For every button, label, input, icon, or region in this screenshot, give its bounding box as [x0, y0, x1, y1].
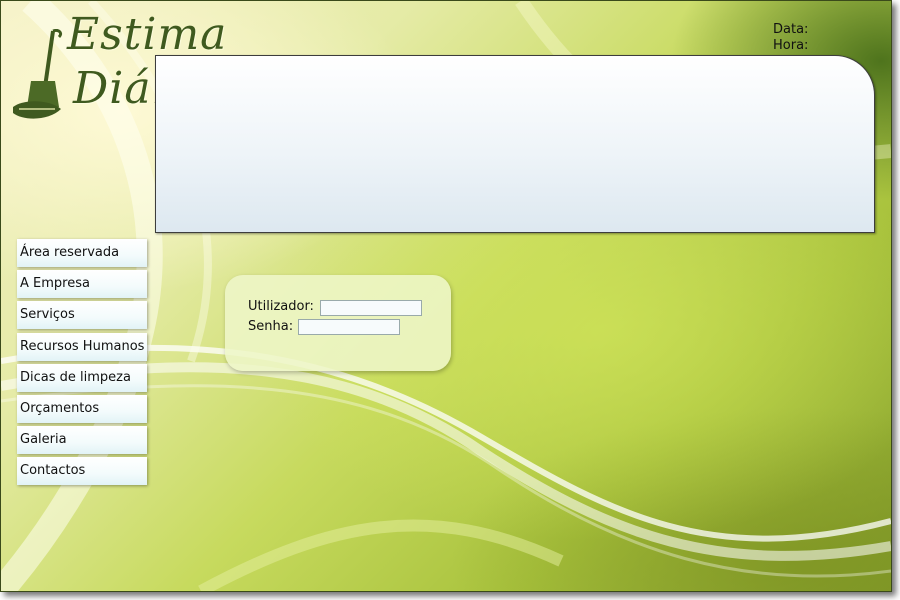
nav-item-a-empresa[interactable]: A Empresa: [17, 270, 147, 299]
date-label: Data:: [773, 22, 809, 37]
username-label: Utilizador:: [248, 299, 314, 314]
logo-text-estima: Estima: [67, 9, 228, 60]
date-time-block: Data: Hora:: [773, 22, 808, 54]
password-label: Senha:: [248, 319, 294, 334]
sidebar-nav: Área reservada A Empresa Serviços Recurs…: [17, 239, 147, 489]
nav-item-dicas-de-limpeza[interactable]: Dicas de limpeza: [17, 363, 147, 392]
nav-item-servicos[interactable]: Serviços: [17, 301, 147, 330]
username-input[interactable]: [320, 300, 422, 316]
login-panel: Utilizador: Senha:: [225, 275, 451, 371]
nav-item-area-reservada[interactable]: Área reservada: [17, 239, 147, 267]
password-input[interactable]: [298, 319, 400, 335]
page-frame: Estima Diária Data: Hora: Área reservada…: [0, 0, 892, 592]
bucket-mop-icon: [13, 29, 63, 119]
nav-item-recursos-humanos[interactable]: Recursos Humanos: [17, 332, 147, 361]
time-label: Hora:: [773, 38, 809, 53]
nav-item-contactos[interactable]: Contactos: [17, 457, 147, 486]
nav-item-orcamentos[interactable]: Orçamentos: [17, 394, 147, 423]
header-banner: [155, 55, 875, 233]
nav-item-galeria[interactable]: Galeria: [17, 426, 147, 455]
